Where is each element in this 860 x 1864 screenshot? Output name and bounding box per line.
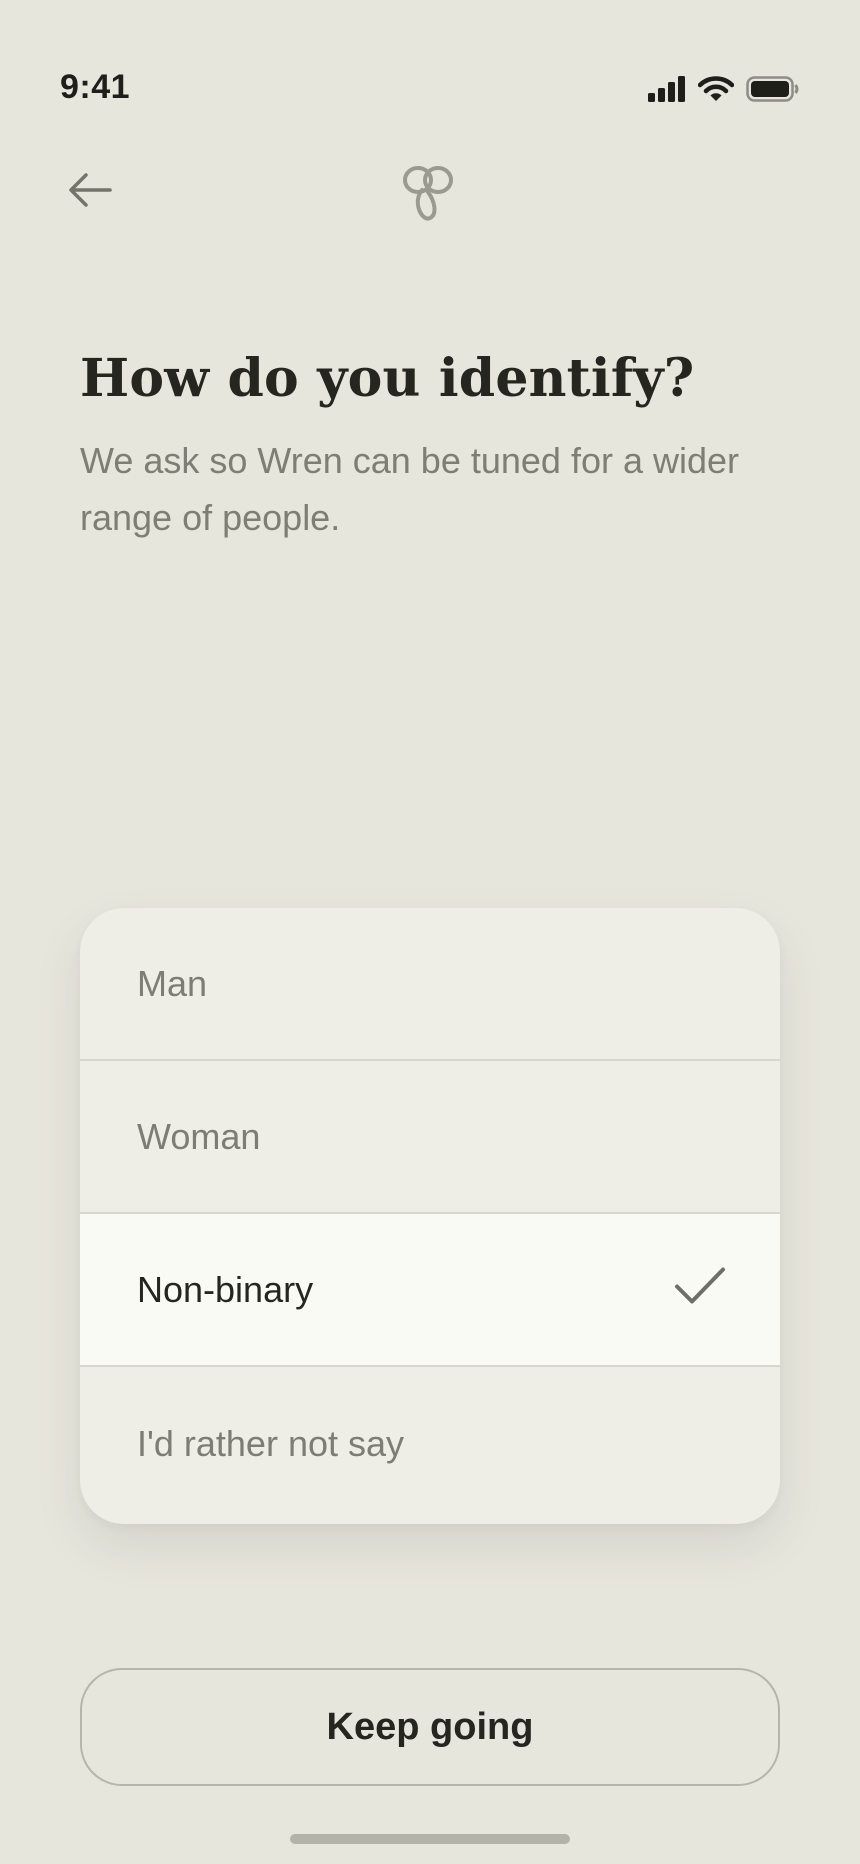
page-title: How do you identify? — [80, 348, 695, 409]
option-non-binary[interactable]: Non-binary — [80, 1214, 780, 1367]
option-rather-not-say[interactable]: I'd rather not say — [80, 1367, 780, 1521]
checkmark-icon — [674, 1265, 726, 1314]
option-man[interactable]: Man — [80, 908, 780, 1061]
status-icons — [648, 76, 800, 107]
option-label: Non-binary — [137, 1268, 314, 1310]
option-woman[interactable]: Woman — [80, 1061, 780, 1214]
cellular-signal-icon — [648, 76, 686, 107]
home-indicator — [290, 1834, 570, 1844]
option-label: I'd rather not say — [137, 1423, 405, 1464]
page-subtitle: We ask so Wren can be tuned for a wider … — [80, 440, 740, 538]
identity-options-list: Man Woman Non-binary I'd rather not say — [80, 908, 780, 1524]
wifi-icon — [697, 76, 735, 107]
arrow-left-icon — [66, 170, 114, 215]
battery-icon — [746, 76, 800, 107]
option-label: Woman — [137, 1115, 261, 1157]
wren-logo-icon — [400, 162, 456, 224]
back-button[interactable] — [62, 164, 118, 220]
status-bar: 9:41 — [0, 0, 860, 120]
option-label: Man — [137, 962, 208, 1004]
top-nav — [0, 150, 860, 230]
status-time: 9:41 — [60, 68, 131, 106]
keep-going-button[interactable]: Keep going — [80, 1668, 780, 1786]
